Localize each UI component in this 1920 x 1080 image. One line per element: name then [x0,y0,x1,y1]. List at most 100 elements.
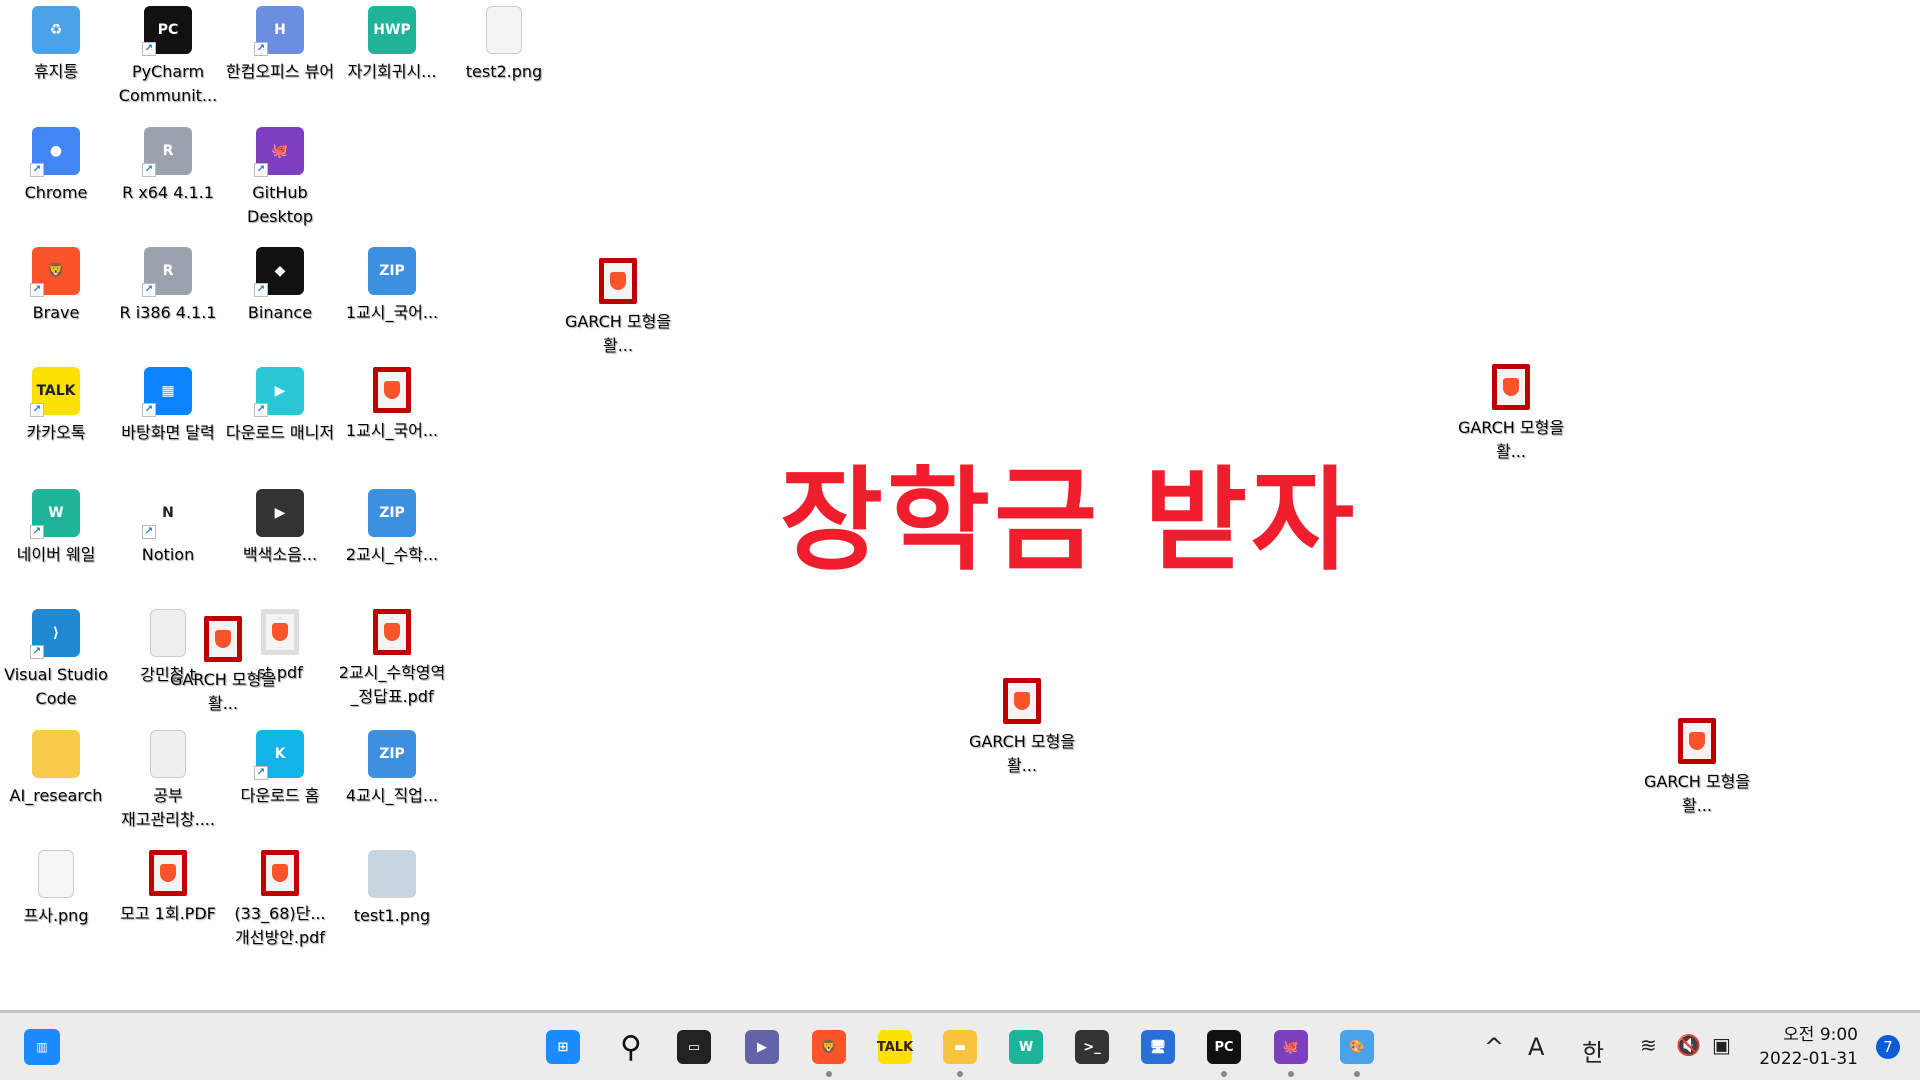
desktop-icon[interactable]: PC ↗ PyCharm Communit... [112,6,224,108]
volume-muted-icon[interactable]: 🔇 [1676,1033,1701,1057]
desktop-icon[interactable]: 프사.png [0,850,112,928]
whale-taskbar[interactable]: W [1006,1027,1046,1067]
hwp-file-icon: HWP [368,6,416,54]
desktop-icon[interactable]: ▶ ↗ 다운로드 매니저 [224,367,336,445]
desktop-icon[interactable]: 🐙 ↗ GitHub Desktop [224,127,336,229]
pdf-file-icon [261,850,299,896]
notion-icon: N ↗ [142,489,192,539]
desktop-icon[interactable]: R ↗ R i386 4.1.1 [112,247,224,325]
shortcut-arrow-icon: ↗ [254,403,268,417]
desktop-icon-label: R i386 4.1.1 [119,303,217,322]
desktop-icon-label: GARCH 모형을 활... [968,732,1076,775]
kakaotalk-taskbar[interactable]: TALK [875,1027,915,1067]
desktop-icon[interactable]: TALK ↗ 카카오톡 [0,367,112,445]
desktop-icon[interactable]: ZIP 2교시_수학... [336,489,448,567]
desktop-icon[interactable]: 2교시_수학영역_정답표.pdf [336,609,448,709]
desktop-icon[interactable]: 🦁 ↗ Brave [0,247,112,325]
chat-button[interactable]: ▶ [742,1027,782,1067]
desktop-icon-label: GARCH 모형을 활... [169,670,277,713]
brave-icon: 🦁 ↗ [30,247,80,297]
desktop-icon[interactable]: 1교시_국어... [336,367,448,443]
desktop-icon[interactable]: ◆ ↗ Binance [224,247,336,325]
desktop-icon-label: 자기회귀시... [347,62,437,81]
search-button[interactable]: ⚲ [611,1027,651,1067]
naver-whale-icon: W [1009,1030,1043,1064]
desktop-icon[interactable]: ZIP 1교시_국어... [336,247,448,325]
running-indicator [1288,1071,1294,1077]
image-file-icon [486,6,522,54]
desktop-icon[interactable]: H ↗ 한컴오피스 뷰어 [224,6,336,84]
desktop-icon[interactable]: 공부 재고관리창.... [112,730,224,832]
desktop-icon[interactable]: ⟩ ↗ Visual Studio Code [0,609,112,711]
pycharm-icon: PC [1207,1030,1241,1064]
remote-desktop-taskbar[interactable]: 🖥 [1138,1027,1178,1067]
task-view-button[interactable]: ▭ [674,1027,714,1067]
shortcut-arrow-icon: ↗ [30,645,44,659]
running-indicator [1221,1071,1227,1077]
desktop-icon-label: test2.png [465,62,543,81]
desktop-icon-label: 한컴오피스 뷰어 [225,62,335,81]
wifi-icon[interactable]: ≋ [1640,1033,1657,1057]
shortcut-arrow-icon: ↗ [254,283,268,297]
ime-language-indicator[interactable]: 한 [1582,1033,1604,1068]
desktop-icon-label: 다운로드 홈 [240,786,320,805]
desktop-icon[interactable]: K ↗ 다운로드 홈 [224,730,336,808]
desktop-icon[interactable]: ▶ 백색소음... [224,489,336,567]
desktop-icon-label: 공부 재고관리창.... [121,786,215,829]
desktop-icon[interactable]: (33_68)단... 개선방안.pdf [224,850,336,950]
r-icon: R ↗ [142,247,192,297]
image-file-icon [368,850,416,898]
desktop-icon-label: 백색소음... [242,545,318,564]
zip-file-icon: ZIP [368,730,416,778]
desktop-icon[interactable]: ♻ 휴지통 [0,6,112,84]
ime-mode-indicator[interactable]: A [1528,1033,1544,1061]
naver-whale-icon: W ↗ [30,489,80,539]
desktop-icon-label: Visual Studio Code [4,665,108,708]
chevron-up-icon[interactable]: ^ [1484,1033,1504,1061]
desktop-icon[interactable]: R ↗ R x64 4.1.1 [112,127,224,205]
desktop-icon[interactable]: N ↗ Notion [112,489,224,567]
terminal-taskbar[interactable]: >_ [1072,1027,1112,1067]
brave-taskbar[interactable]: 🦁 [809,1027,849,1077]
battery-charging-icon[interactable]: ▣ [1712,1033,1731,1057]
shortcut-arrow-icon: ↗ [142,42,156,56]
windows-icon: ⊞ [546,1030,580,1064]
desktop-icon[interactable]: GARCH 모형을 활... [562,258,674,358]
github-desktop-taskbar[interactable]: 🐙 [1271,1027,1311,1077]
desktop-icon[interactable]: GARCH 모형을 활... [167,616,279,716]
pdf-file-icon [373,609,411,655]
desktop-icon[interactable]: GARCH 모형을 활... [1641,718,1753,818]
file-explorer-taskbar[interactable]: ▬ [940,1027,980,1077]
taskbar: ▥ ⊞ ⚲ ▭ ▶ 🦁 TALK ▬ W >_ 🖥 PC 🐙 🎨 ^ A 한 ≋ 🔇 ▣ 오전 9:00… [0,1010,1920,1080]
notification-badge[interactable]: 7 [1876,1035,1900,1059]
kakaotalk-icon: TALK ↗ [30,367,80,417]
desktop-icon[interactable]: ZIP 4교시_직업... [336,730,448,808]
desktop-icon[interactable]: HWP 자기회귀시... [336,6,448,84]
desktop-icon[interactable]: W ↗ 네이버 웨일 [0,489,112,567]
desktop-icon[interactable]: GARCH 모형을 활... [1455,364,1567,464]
pdf-file-icon [373,367,411,413]
desktop-icon-label: GARCH 모형을 활... [1457,418,1565,461]
terminal-icon: >_ [1075,1030,1109,1064]
desktop-icon[interactable]: AI_research [0,730,112,808]
desktop-icon[interactable]: 모고 1회.PDF [112,850,224,926]
desktop-icon[interactable]: test2.png [448,6,560,84]
widgets-icon[interactable]: ▥ [24,1029,60,1065]
pdf-file-icon [1492,364,1530,410]
paint-taskbar[interactable]: 🎨 [1337,1027,1377,1077]
clock[interactable]: 오전 9:00 2022-01-31 [1759,1023,1858,1071]
vscode-icon: ⟩ ↗ [30,609,80,659]
github-desktop-icon: 🐙 ↗ [254,127,304,177]
desktop-icon[interactable]: ▦ ↗ 바탕화면 달력 [112,367,224,445]
desktop-icon-label: Brave [32,303,80,322]
pdf-file-icon [149,850,187,896]
start-button[interactable]: ⊞ [543,1027,583,1067]
pycharm-icon: PC ↗ [142,6,192,56]
kakaotalk-icon: TALK [877,1030,913,1064]
shortcut-arrow-icon: ↗ [254,42,268,56]
desktop-icon[interactable]: ● ↗ Chrome [0,127,112,205]
pycharm-taskbar[interactable]: PC [1204,1027,1244,1077]
desktop-icon[interactable]: GARCH 모형을 활... [966,678,1078,778]
desktop-icon-label: 다운로드 매니저 [225,423,335,442]
desktop-icon[interactable]: test1.png [336,850,448,928]
